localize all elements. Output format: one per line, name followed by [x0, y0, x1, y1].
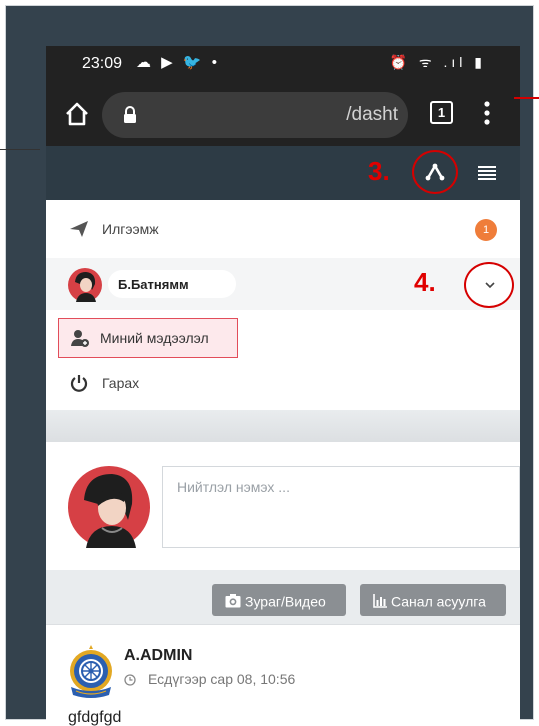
hamburger-menu-icon[interactable] — [478, 165, 496, 181]
user-name: Б.Батнямм — [118, 277, 189, 292]
lock-icon — [124, 106, 136, 123]
power-icon — [70, 375, 88, 392]
status-time: 23:09 — [82, 55, 123, 72]
poll-label: Санал асуулга — [391, 593, 486, 610]
phone-screen: 23:09 ☁ ▶ 🐦 • ⏰ ᯤ .ıl ▮ /dasht 1 3. Илгэ… — [46, 46, 520, 726]
user-plus-icon — [71, 330, 89, 347]
composer-body: Нийтлэл нэмэх ... — [46, 442, 520, 570]
share-button[interactable] — [412, 150, 458, 194]
logout-label: Гарах — [102, 375, 140, 391]
menu-item-logout[interactable]: Гарах — [46, 367, 520, 403]
post-body: gfdgfgd — [68, 709, 122, 726]
messages-count-badge: 1 — [475, 219, 497, 241]
post-author[interactable]: A.ADMIN — [124, 647, 192, 665]
status-bar: 23:09 ☁ ▶ 🐦 • ⏰ ᯤ .ıl ▮ — [46, 46, 520, 84]
menu-item-my-profile[interactable]: Миний мэдээлэл — [58, 318, 238, 358]
user-row[interactable]: Б.Батнямм 4. — [46, 258, 520, 310]
post-composer: Нийтлэл нэмэх ... Зураг/Видео Санал асуу… — [46, 442, 520, 624]
step-annotation-4: 4. — [414, 267, 436, 297]
photo-video-label: Зураг/Видео — [245, 593, 326, 610]
step-annotation-3: 3. — [368, 156, 390, 186]
expand-user-menu-button[interactable] — [464, 262, 514, 308]
app-header: 3. — [46, 146, 520, 200]
user-name-pill: Б.Батнямм — [108, 270, 236, 298]
poll-button[interactable]: Санал асуулга — [360, 584, 506, 616]
more-menu-icon[interactable] — [484, 100, 490, 126]
my-profile-label: Миний мэдээлэл — [100, 330, 209, 346]
post-input[interactable]: Нийтлэл нэмэх ... — [162, 466, 520, 548]
admin-logo-emblem[interactable] — [68, 643, 114, 701]
user-dropdown-menu: Илгээмж 1 Б.Батнямм 4. Миний мэдээлэл Га… — [46, 200, 520, 410]
address-bar[interactable]: /dasht — [102, 92, 408, 138]
notification-icons: ☁ ▶ 🐦 • — [136, 54, 220, 71]
share-icon — [425, 163, 445, 181]
post-timestamp: Есдүгээр сар 08, 10:56 — [148, 671, 296, 687]
messages-label: Илгээмж — [102, 221, 159, 237]
send-icon — [70, 221, 88, 237]
url-text: /dasht — [346, 104, 398, 125]
user-avatar — [68, 268, 102, 302]
home-icon[interactable] — [62, 99, 92, 129]
clock-icon — [124, 674, 136, 686]
bar-chart-icon — [373, 594, 387, 609]
tabs-counter-button[interactable]: 1 — [430, 101, 453, 124]
menu-item-messages[interactable]: Илгээмж 1 — [46, 210, 520, 250]
photo-video-button[interactable]: Зураг/Видео — [212, 584, 346, 616]
chevron-down-icon — [485, 282, 495, 289]
system-icons: ⏰ ᯤ .ıl ▮ — [389, 54, 486, 70]
screenshot-frame: 23:09 ☁ ▶ 🐦 • ⏰ ᯤ .ıl ▮ /dasht 1 3. Илгэ… — [5, 5, 534, 726]
annotation-pointer-line — [514, 97, 539, 99]
browser-toolbar: /dasht 1 — [46, 84, 520, 146]
feed-post: A.ADMIN Есдүгээр сар 08, 10:56 gfdgfgd — [46, 624, 520, 726]
camera-icon — [225, 594, 241, 608]
composer-avatar — [68, 466, 150, 548]
section-divider — [46, 410, 520, 442]
callout-line — [0, 149, 40, 150]
